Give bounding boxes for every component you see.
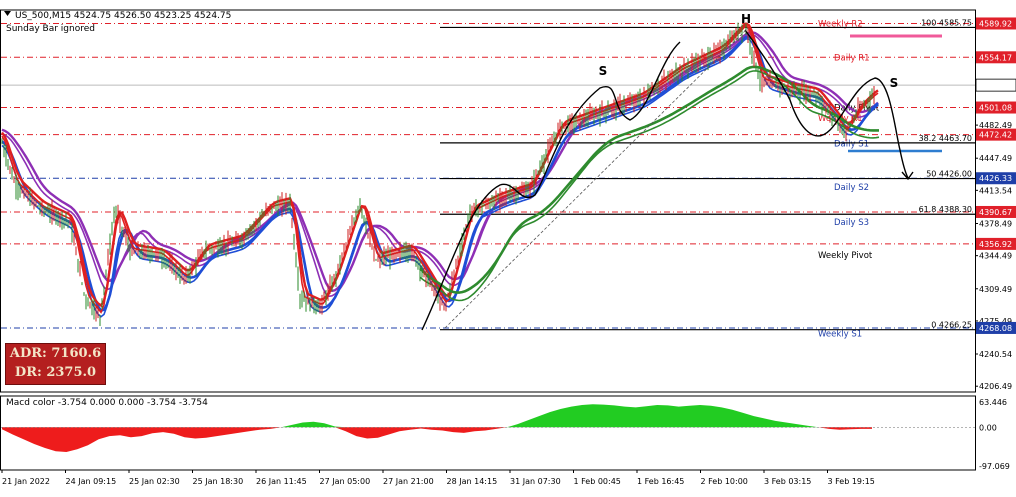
fib-label-2: 50 4426.00 (926, 170, 972, 179)
macd-tick-label: -97.069 (979, 462, 1010, 471)
pattern-label-1: H (741, 12, 751, 26)
price-tag-label: 4589.92 (979, 19, 1012, 28)
price-tag-label: 4390.67 (979, 208, 1012, 217)
chart-stage: Weekly R2 Daily R1 Daily Pivot Weekly R1 Dai… (0, 0, 1016, 493)
x-tick-label: 25 Jan 02:30 (129, 477, 180, 486)
x-tick-label: 25 Jan 18:30 (193, 477, 244, 486)
pivot-label-6: Daily S3 (834, 218, 869, 228)
pivot-label-1: Daily R1 (834, 53, 870, 63)
y-tick-label: 4240.54 (979, 350, 1012, 359)
x-tick-label: 2 Feb 10:00 (701, 477, 748, 486)
fib-label-4: 0 4266.25 (931, 321, 972, 330)
x-tick-label: 1 Feb 16:45 (637, 477, 684, 486)
sunday-bar-note: Sunday Bar ignored (6, 24, 95, 34)
price-tag-label: 4501.08 (979, 104, 1012, 113)
x-tick-label: 1 Feb 00:45 (574, 477, 621, 486)
macd-tick-label: 63.446 (979, 398, 1007, 407)
dr-value: DR: 2375.0 (14, 365, 97, 380)
macd-tick-label: 0.00 (979, 423, 997, 432)
y-tick-label: 4447.49 (979, 154, 1012, 163)
price-tag-label: 4472.42 (979, 131, 1012, 140)
x-tick-label: 27 Jan 21:00 (383, 477, 434, 486)
x-tick-label: 31 Jan 07:30 (510, 477, 561, 486)
price-tag-label: 4524.75 (979, 81, 1012, 90)
macd-title: Macd color -3.754 0.000 0.000 -3.754 -3.… (6, 398, 208, 408)
chart-svg: Weekly R2Daily R1Daily PivotWeekly R1Dai… (0, 9, 1016, 486)
x-tick-label: 21 Jan 2022 (2, 477, 50, 486)
pattern-label-0: S (599, 64, 608, 78)
y-tick-label: 4378.49 (979, 219, 1012, 228)
x-tick-label: 24 Jan 09:15 (66, 477, 117, 486)
fib-label-1: 38.2 4463.70 (919, 134, 972, 143)
price-tag-label: 4554.17 (979, 53, 1012, 62)
x-tick-label: 26 Jan 11:45 (256, 477, 307, 486)
pivot-label-4: Daily S1 (834, 140, 869, 150)
adr-panel: ADR: 7160.6 DR: 2375.0 (5, 343, 106, 385)
x-tick-label: 27 Jan 05:00 (320, 477, 371, 486)
y-tick-label: 4309.49 (979, 285, 1012, 294)
x-tick-label: 3 Feb 19:15 (828, 477, 875, 486)
price-tag-label: 4426.33 (979, 174, 1012, 183)
price-tag-label: 4356.92 (979, 240, 1012, 249)
pattern-label-2: S (890, 76, 899, 90)
pivot-label-8: Weekly S1 (818, 330, 862, 340)
pivot-label-5: Daily S2 (834, 183, 869, 193)
y-tick-label: 4344.49 (979, 252, 1012, 261)
x-tick-label: 28 Jan 14:15 (447, 477, 498, 486)
x-tick-label: 3 Feb 03:15 (764, 477, 811, 486)
fib-label-0: 100 4585.75 (921, 18, 972, 27)
fib-label-3: 61.8 4388.30 (919, 205, 972, 214)
y-tick-label: 4206.49 (979, 382, 1012, 391)
y-tick-label: 4413.54 (979, 186, 1012, 195)
adr-value: ADR: 7160.6 (9, 346, 102, 361)
pivot-label-7: Weekly Pivot (818, 251, 873, 261)
price-tag-label: 4268.08 (979, 324, 1012, 333)
symbol-header: US_500,M15 4524.75 4526.50 4523.25 4524.… (15, 11, 231, 21)
